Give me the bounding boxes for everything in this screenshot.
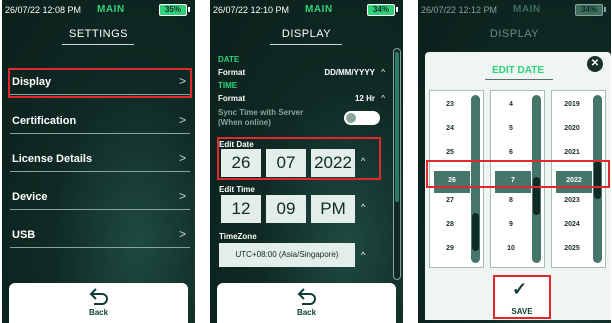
picker-item[interactable]: 8	[491, 197, 531, 204]
picker-item[interactable]: 10	[491, 245, 531, 252]
date-section-heading: DATE	[218, 55, 240, 64]
date-format-value[interactable]: DD/MM/YYYY	[324, 68, 375, 77]
page-title: DISPLAY	[489, 28, 540, 40]
highlight-box	[217, 137, 381, 180]
chevron-right-icon: >	[178, 151, 186, 165]
timezone-label: TimeZone	[219, 232, 257, 241]
status-time: 26/07/22 12:08 PM	[5, 5, 82, 15]
status-time: 26/07/22 12:10 PM	[213, 5, 290, 15]
time-section-heading: TIME	[218, 81, 238, 90]
edit-time-minute[interactable]: 09	[266, 195, 306, 223]
chevron-right-icon: >	[178, 113, 186, 127]
menu-item-label: Certification	[12, 115, 77, 127]
scrollbar-thumb[interactable]	[395, 52, 399, 202]
sync-time-line: Sync Time with Server	[218, 108, 304, 117]
status-mode: MAIN	[513, 4, 541, 15]
menu-item-usb[interactable]: USB >	[10, 224, 190, 248]
chevron-up-icon[interactable]: ^	[381, 68, 385, 77]
sync-time-note: (When online)	[218, 118, 271, 127]
picker-item[interactable]: 29	[430, 245, 470, 252]
scrollbar[interactable]	[393, 48, 401, 280]
picker-item[interactable]: 2025	[552, 245, 592, 252]
chevron-up-icon[interactable]: ^	[361, 202, 365, 212]
back-button[interactable]: Back	[217, 283, 396, 323]
selected-row-highlight	[426, 160, 610, 188]
highlight-box	[8, 68, 192, 98]
title-underline	[270, 44, 342, 45]
chevron-up-icon[interactable]: ^	[361, 250, 365, 260]
sync-time-toggle[interactable]	[344, 111, 380, 125]
status-time: 26/07/22 12:12 PM	[421, 5, 498, 15]
date-format-label: Format	[218, 68, 246, 77]
edit-time-label: Edit Time	[219, 185, 255, 194]
menu-item-label: USB	[12, 229, 36, 241]
back-label: Back	[88, 308, 109, 317]
dialog-title: EDIT DATE	[491, 65, 545, 76]
menu-item-label: License Details	[12, 153, 93, 165]
picker-item[interactable]: 9	[491, 221, 531, 228]
close-icon[interactable]: ✕	[587, 56, 603, 72]
picker-item[interactable]: 24	[430, 125, 470, 132]
menu-item-label: Device	[12, 191, 48, 203]
picker-item[interactable]: 4	[491, 101, 531, 108]
menu-item-device[interactable]: Device >	[10, 186, 190, 210]
status-bar: 26/07/22 12:10 PM MAIN 34%	[210, 0, 403, 20]
checkmark-icon: ✓	[512, 279, 528, 299]
picker-item[interactable]: 5	[491, 125, 531, 132]
time-format-label: Format	[218, 94, 246, 103]
edit-time-hour[interactable]: 12	[221, 195, 261, 223]
picker-item[interactable]: 2024	[552, 221, 592, 228]
battery-indicator: 35%	[159, 4, 187, 16]
battery-tip	[604, 7, 606, 12]
display-screen: 26/07/22 12:10 PM MAIN 34% DISPLAY DATE …	[210, 0, 403, 323]
title-underline	[62, 44, 134, 45]
status-mode: MAIN	[97, 4, 125, 15]
sync-time-label: Sync Time with Server (When online)	[218, 108, 303, 128]
picker-item[interactable]: 23	[430, 101, 470, 108]
picker-scrollbar-thumb[interactable]	[472, 213, 479, 251]
picker-item[interactable]: 2023	[552, 197, 592, 204]
save-button[interactable]: ✓ SAVE	[493, 275, 551, 319]
edit-date-screen: 26/07/22 12:12 PM MAIN 34% DISPLAY EDIT …	[418, 0, 611, 323]
time-format-value[interactable]: 12 Hr	[355, 94, 375, 103]
page-title: DISPLAY	[281, 28, 332, 40]
page-title: SETTINGS	[68, 28, 128, 40]
picker-item[interactable]: 2021	[552, 149, 592, 156]
menu-item-certification[interactable]: Certification >	[10, 110, 190, 134]
dialog-title-divider	[485, 79, 553, 80]
chevron-up-icon[interactable]: ^	[381, 94, 385, 103]
chevron-right-icon: >	[178, 189, 186, 203]
picker-item[interactable]: 2020	[552, 125, 592, 132]
toggle-knob	[346, 113, 356, 123]
status-mode: MAIN	[305, 4, 333, 15]
edit-date-dialog: EDIT DATE ✕ 23 24 25 26 27 28 29 4 5 6 7…	[425, 52, 611, 320]
picker-item[interactable]: 25	[430, 149, 470, 156]
picker-item[interactable]: 27	[430, 197, 470, 204]
settings-screen: 26/07/22 12:08 PM MAIN 35% SETTINGS Disp…	[2, 0, 195, 323]
chevron-right-icon: >	[178, 227, 186, 241]
status-bar: 26/07/22 12:08 PM MAIN 35%	[2, 0, 195, 20]
menu-item-license-details[interactable]: License Details >	[10, 148, 190, 172]
battery-tip	[188, 7, 190, 12]
battery-indicator: 34%	[367, 4, 395, 16]
edit-time-ampm[interactable]: PM	[311, 195, 355, 223]
picker-item[interactable]: 2019	[552, 101, 592, 108]
picker-item[interactable]: 28	[430, 221, 470, 228]
back-label: Back	[296, 308, 317, 317]
timezone-select[interactable]: UTC+08:00 (Asia/Singapore)	[219, 243, 355, 267]
picker-item[interactable]: 6	[491, 149, 531, 156]
battery-tip	[396, 7, 398, 12]
back-button[interactable]: Back	[9, 283, 188, 323]
battery-indicator: 34%	[575, 4, 603, 16]
save-label: SAVE	[511, 307, 533, 316]
status-bar: 26/07/22 12:12 PM MAIN 34%	[418, 0, 611, 20]
back-arrow-icon	[297, 288, 316, 305]
back-arrow-icon	[89, 288, 108, 305]
